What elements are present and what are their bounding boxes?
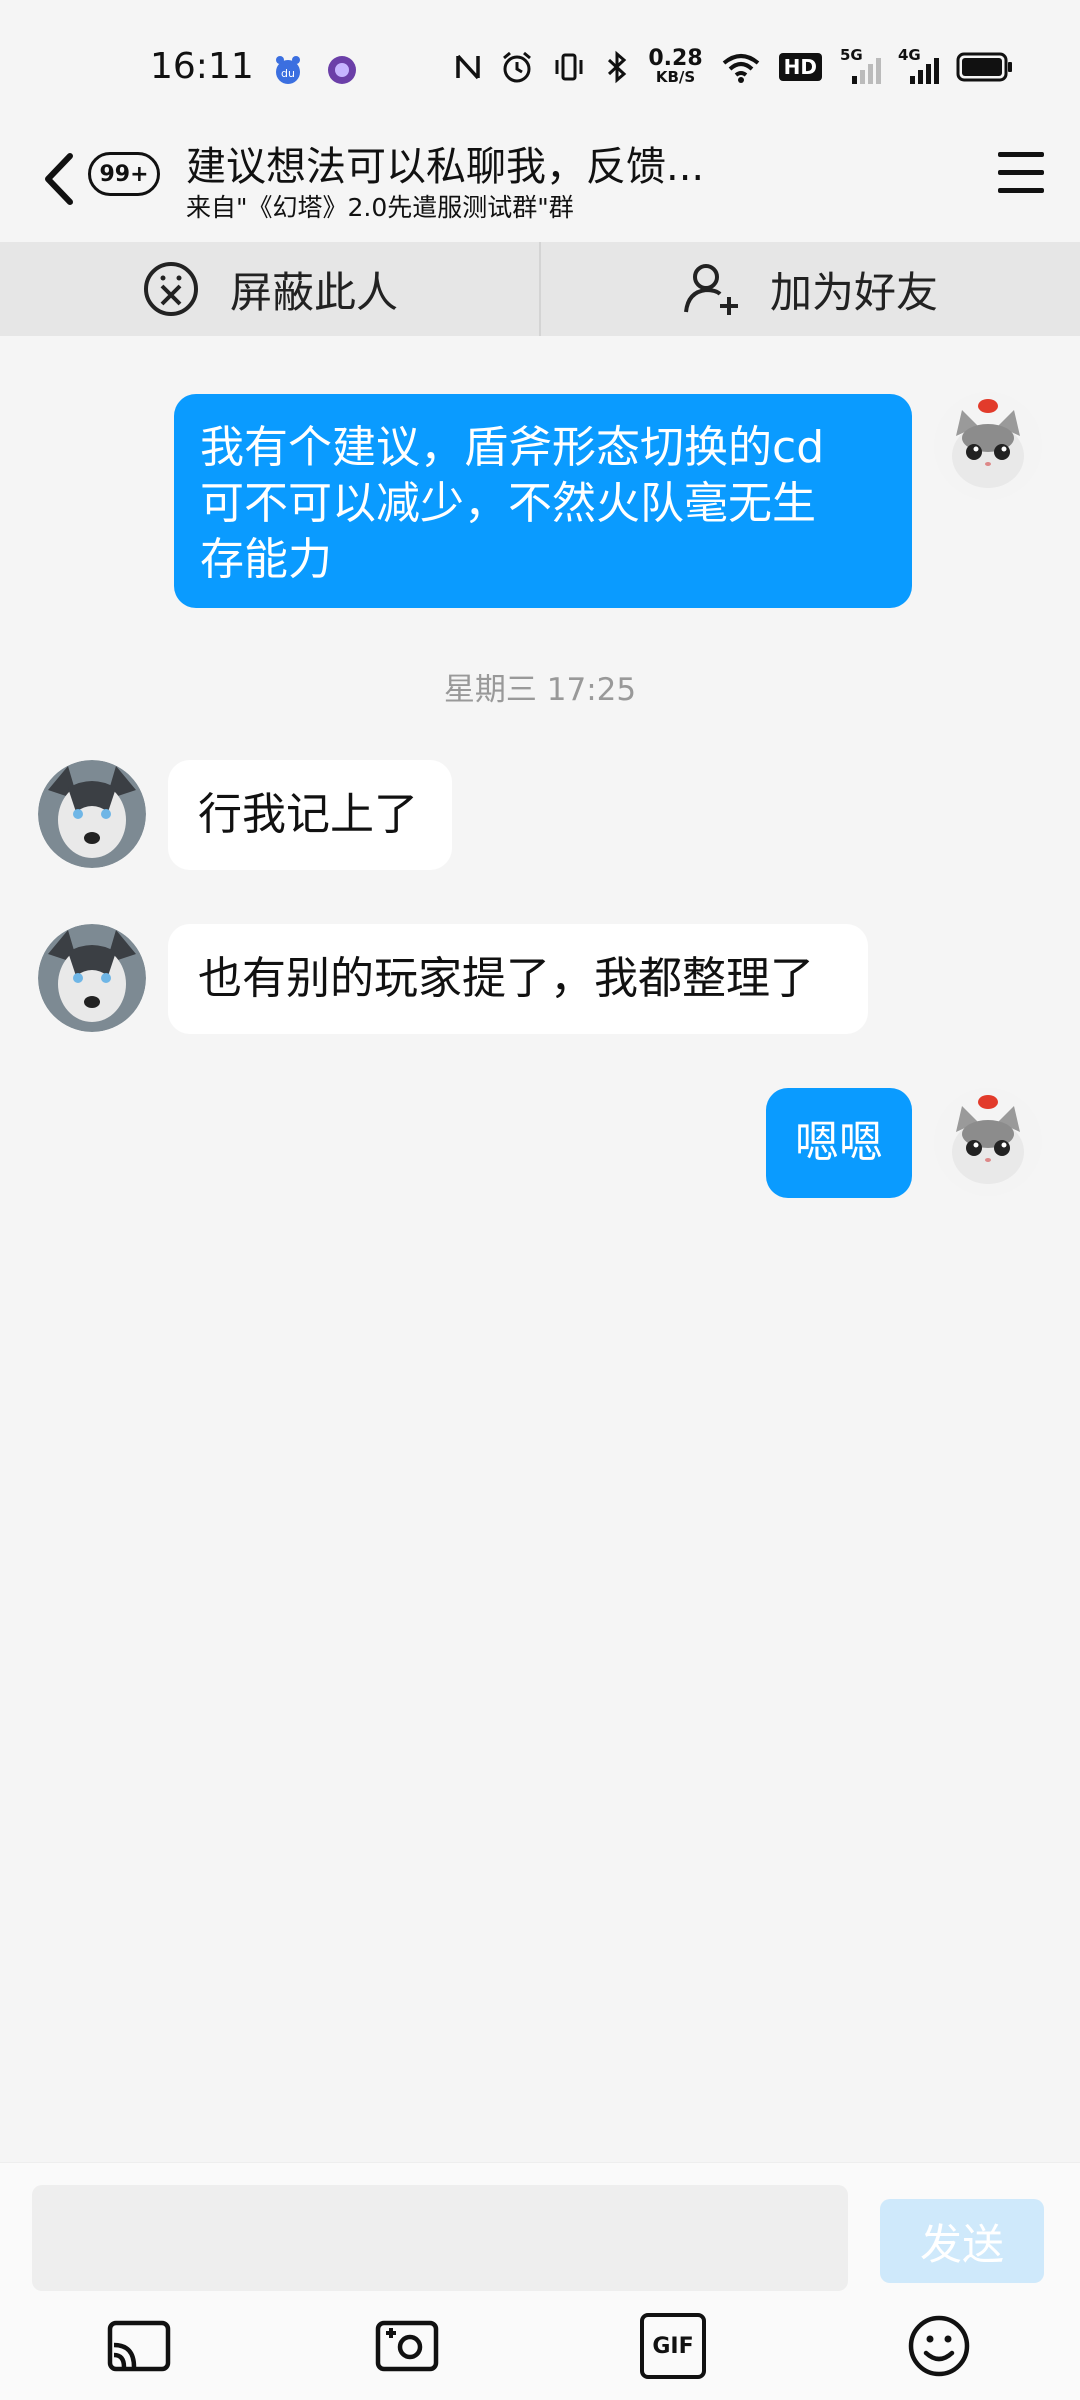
back-button[interactable]	[40, 148, 76, 210]
menu-button[interactable]	[998, 152, 1044, 196]
message-bubble-outgoing[interactable]: 嗯嗯	[766, 1088, 912, 1198]
gif-label: GIF	[652, 2333, 694, 2359]
network-speed-unit: KB/S	[655, 68, 696, 86]
message-line: 存能力	[200, 534, 332, 585]
chat-header: 99+ 建议想法可以私聊我，反馈... 来自"《幻塔》2.0先遣服测试群"群	[0, 120, 1080, 242]
block-user-button[interactable]: 屏蔽此人	[0, 242, 540, 336]
action-bar: 屏蔽此人 加为好友	[0, 242, 1080, 336]
unread-count-badge[interactable]: 99+	[88, 152, 160, 196]
signal-5g: 5G	[840, 46, 881, 84]
menu-line	[998, 188, 1044, 193]
gif-button[interactable]: GIF	[640, 2313, 706, 2379]
network-speed: 0.28 KB/S	[648, 48, 702, 85]
alarm-icon	[503, 51, 532, 82]
message-text: 嗯嗯	[795, 1117, 883, 1168]
wifi-icon	[722, 53, 759, 83]
action-divider	[539, 242, 541, 336]
emoji-icon[interactable]	[906, 2313, 972, 2379]
camera-icon[interactable]	[374, 2313, 440, 2379]
message-input[interactable]	[32, 2185, 848, 2291]
message-bubble-outgoing[interactable]: 我有个建议，盾斧形态切换的cd 可不可以减少，不然火队毫无生 存能力	[174, 394, 912, 608]
husky-avatar[interactable]	[38, 760, 146, 868]
bluetooth-icon	[608, 50, 627, 83]
signal-4g: 4G	[898, 46, 939, 84]
block-user-label: 屏蔽此人	[229, 267, 398, 317]
menu-line	[998, 152, 1044, 157]
battery-icon	[956, 52, 1012, 81]
baidu-app-icon: du	[276, 56, 300, 84]
add-friend-icon	[683, 264, 738, 315]
input-panel: 发送 GIF	[0, 2162, 1080, 2400]
menu-line	[998, 170, 1044, 175]
message-timestamp: 星期三 17:25	[443, 672, 637, 708]
nfc-icon	[456, 54, 481, 79]
message-text: 也有别的玩家提了，我都整理了	[198, 953, 814, 1004]
network-speed-value: 0.28	[648, 46, 703, 71]
add-friend-label: 加为好友	[769, 267, 938, 317]
screen-share-icon[interactable]	[106, 2313, 172, 2379]
chat-title: 建议想法可以私聊我，反馈...	[186, 144, 705, 190]
message-text: 行我记上了	[198, 789, 418, 840]
send-button[interactable]: 发送	[880, 2199, 1044, 2283]
message-line: 可不可以减少，不然火队毫无生	[200, 478, 816, 529]
hd-voice-badge: HD	[778, 52, 822, 81]
message-bubble-incoming[interactable]: 也有别的玩家提了，我都整理了	[168, 924, 868, 1034]
svg-text:du: du	[281, 67, 295, 80]
vibrate-icon	[555, 53, 583, 80]
app-notification-icon	[328, 56, 356, 84]
status-bar: 16:11 du 0.28 KB/S HD 5G 4G	[0, 0, 1080, 120]
block-icon	[143, 262, 198, 316]
status-time: 16:11	[150, 46, 254, 87]
message-bubble-incoming[interactable]: 行我记上了	[168, 760, 452, 870]
husky-avatar[interactable]	[38, 924, 146, 1032]
chat-screen: 16:11 du 0.28 KB/S HD 5G 4G 99+ 建议想法可以私聊…	[0, 0, 1080, 2400]
add-friend-button[interactable]: 加为好友	[540, 242, 1080, 336]
cat-avatar[interactable]	[934, 1088, 1042, 1196]
cat-avatar[interactable]	[934, 392, 1042, 500]
chat-subtitle: 来自"《幻塔》2.0先遣服测试群"群	[186, 193, 574, 222]
message-line: 我有个建议，盾斧形态切换的cd	[200, 422, 825, 473]
status-icons: 0.28 KB/S HD 5G 4G	[454, 46, 1014, 85]
